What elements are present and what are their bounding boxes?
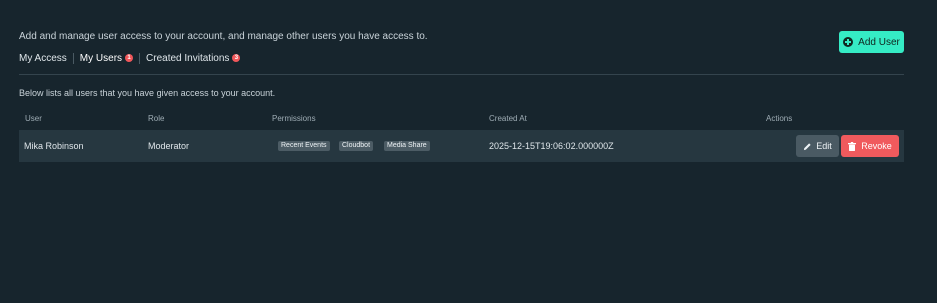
user-name: Mika Robinson	[24, 141, 84, 151]
tab-my-access[interactable]: My Access	[19, 53, 67, 64]
created-at: 2025-12-15T19:06:02.000000Z	[489, 141, 614, 151]
revoke-button[interactable]: Revoke	[841, 135, 899, 157]
column-header-permissions: Permissions	[272, 114, 316, 123]
tab-label: My Users	[79, 52, 123, 64]
edit-label: Edit	[816, 141, 832, 151]
section-divider	[19, 74, 904, 75]
column-header-actions: Actions	[766, 114, 793, 123]
tab-divider	[72, 52, 74, 64]
column-header-created-at: Created At	[489, 114, 527, 123]
table-header: User Role Permissions Created At Actions	[19, 114, 904, 124]
column-header-role: Role	[148, 114, 165, 123]
tab-divider	[139, 52, 141, 64]
user-role: Moderator	[148, 141, 190, 151]
add-user-button[interactable]: Add User	[839, 31, 904, 53]
revoke-label: Revoke	[861, 141, 892, 151]
add-user-label: Add User	[858, 36, 900, 48]
user-access-page: Add and manage user access to your accou…	[0, 0, 937, 303]
page-description: Add and manage user access to your accou…	[19, 31, 428, 42]
tab-label: My Access	[19, 52, 67, 64]
edit-button[interactable]: Edit	[796, 135, 839, 157]
table-row: Mika Robinson Moderator Recent Events Cl…	[19, 130, 904, 162]
access-tabs: My Access My Users 1 Created Invitations…	[19, 52, 241, 64]
count-badge: 3	[232, 54, 241, 62]
section-description: Below lists all users that you have give…	[19, 88, 276, 98]
permission-tag-media-share: Media Share	[384, 141, 430, 151]
permission-tag-cloudbot: Cloudbot	[339, 141, 374, 151]
permission-tag-recent-events: Recent Events	[278, 141, 330, 151]
count-badge: 1	[125, 54, 134, 62]
pencil-icon	[803, 142, 812, 151]
tab-created-invitations[interactable]: Created Invitations 3	[146, 52, 241, 64]
tab-label: Created Invitations	[146, 52, 230, 64]
trash-icon	[848, 141, 857, 151]
tab-my-users[interactable]: My Users 1	[79, 52, 134, 64]
column-header-user: User	[25, 114, 42, 123]
plus-circle-icon	[843, 37, 854, 47]
